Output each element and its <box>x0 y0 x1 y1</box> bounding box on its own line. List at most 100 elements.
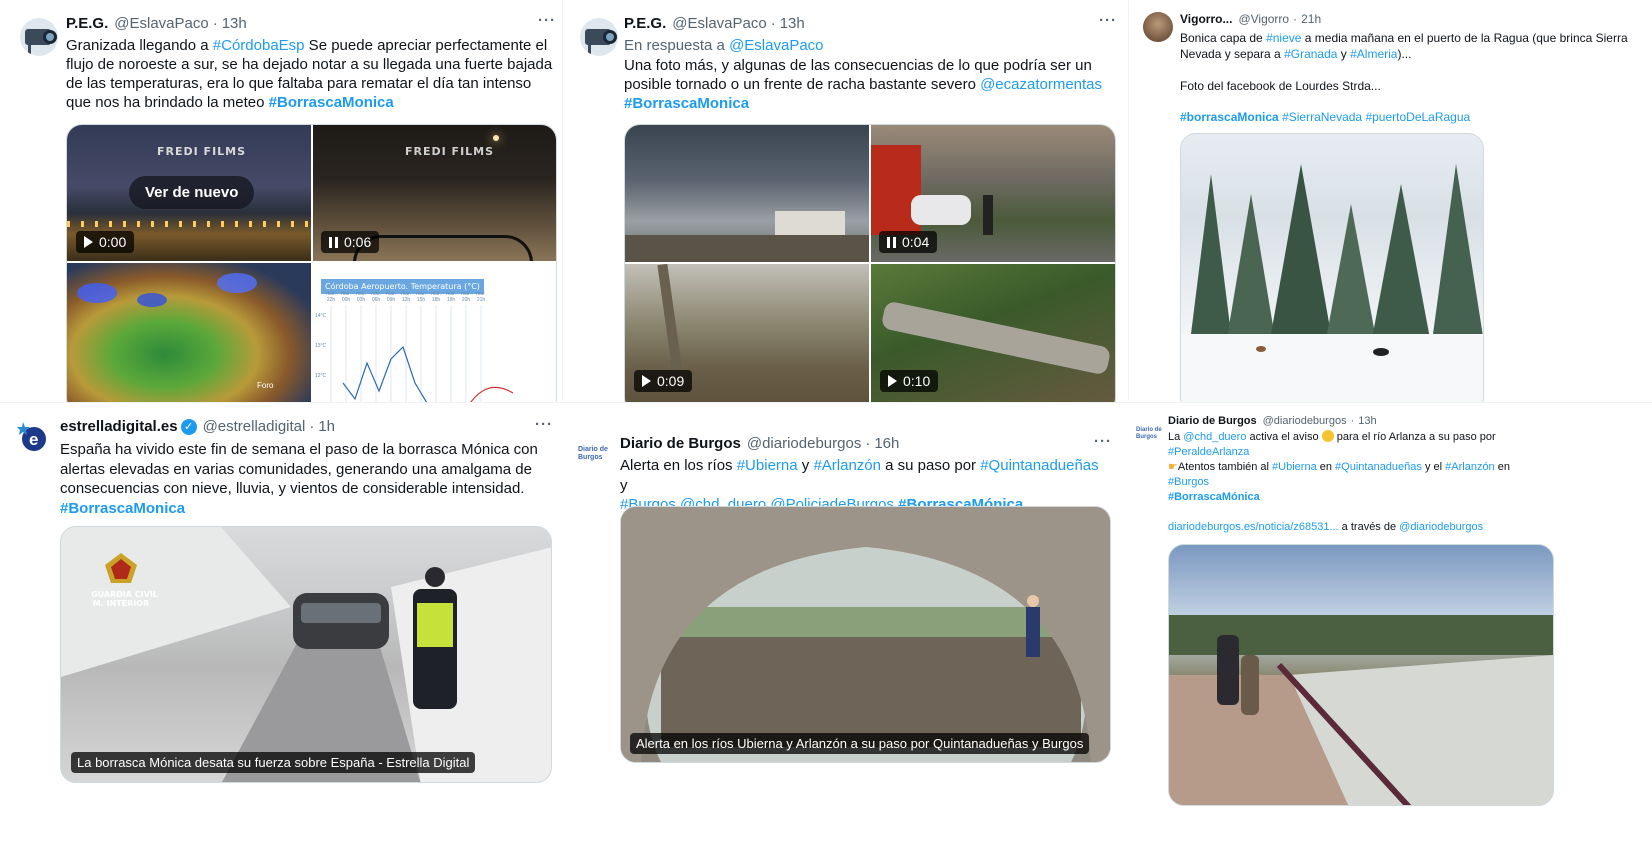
article-link[interactable]: diariodeburgos.es/noticia/z68531... <box>1168 521 1339 533</box>
video-thumbnail[interactable]: FREDI FILMS Ver de nuevo 0:00 <box>67 125 311 261</box>
hashtag-link[interactable]: #Burgos <box>1168 476 1209 488</box>
hashtag-link[interactable]: #Granada <box>1284 47 1337 61</box>
author-handle[interactable]: @estrelladigital <box>203 418 306 435</box>
tweet-header: estrelladigital.es ✓ @estrelladigital · … <box>60 418 336 435</box>
hashtag-link[interactable]: #BorrascaMonica <box>269 94 394 111</box>
author-name[interactable]: P.E.G. <box>66 15 108 32</box>
tweet-text: Una foto más, y algunas de las consecuen… <box>624 57 1103 112</box>
author-handle[interactable]: @EslavaPaco <box>114 15 208 32</box>
video-thumbnail[interactable]: 0:09 <box>625 264 869 402</box>
author-handle[interactable]: @diariodeburgos <box>1263 415 1347 427</box>
temperature-chart-image[interactable]: Córdoba Aeropuerto. Temperatura (°C) mar… <box>313 263 556 402</box>
hashtag-link[interactable]: #Arlanzón <box>813 457 881 474</box>
chart-y-label: 13°C <box>315 343 327 349</box>
video-thumbnail[interactable]: 0:10 <box>871 264 1115 402</box>
tweet-header: Diario de Burgos @diariodeburgos · 13h <box>1168 415 1377 427</box>
river-bridge-illustration <box>1169 615 1553 805</box>
snow-forest-photo[interactable] <box>1180 133 1484 402</box>
timestamp[interactable]: 13h <box>780 15 805 32</box>
hashtag-link[interactable]: #BorrascaMonica <box>624 95 749 112</box>
hashtag-link[interactable]: #PeraldeArlanza <box>1168 446 1249 458</box>
hashtag-link[interactable]: #Quintanadueñas <box>1335 461 1422 473</box>
video-play-badge[interactable]: 0:00 <box>76 231 135 253</box>
tweet-text: Granizada llegando a #CórdobaEsp Se pued… <box>66 37 553 111</box>
video-play-badge[interactable]: 0:09 <box>634 370 693 392</box>
guardia-civil-logo: GUARDIA CIVIL M. INTERIOR <box>91 551 158 608</box>
video-pause-badge[interactable]: 0:04 <box>879 231 938 253</box>
author-name[interactable]: Diario de Burgos <box>1168 415 1257 427</box>
video-play-badge[interactable]: 0:10 <box>880 370 939 392</box>
yellow-circle-icon <box>1321 430 1334 442</box>
more-options-icon[interactable]: ··· <box>535 416 553 433</box>
avatar[interactable] <box>20 18 58 56</box>
camera-avatar-icon <box>585 29 617 54</box>
chart-y-label: 14°C <box>315 313 327 319</box>
author-name[interactable]: Vigorro... <box>1180 12 1232 26</box>
author-name[interactable]: Diario de Burgos <box>620 435 741 452</box>
tweet-header: P.E.G. @EslavaPaco · 13h <box>624 15 805 32</box>
avatar[interactable] <box>580 18 618 56</box>
author-handle[interactable]: @diariodeburgos <box>747 435 861 452</box>
diario-burgos-logo-icon[interactable]: Diario de Burgos <box>578 432 608 468</box>
tweet-card[interactable]: Vigorro... @Vigorro · 21h Bonica capa de… <box>1129 0 1652 402</box>
tweet-card[interactable]: Diario de Burgos Diario de Burgos @diari… <box>1130 403 1652 846</box>
hashtag-link[interactable]: #Ubierna <box>737 457 798 474</box>
more-options-icon[interactable]: ··· <box>1094 433 1112 450</box>
more-options-icon[interactable]: ··· <box>538 12 556 29</box>
mention-link[interactable]: @diariodeburgos <box>1399 521 1483 533</box>
timestamp[interactable]: 13h <box>1358 415 1376 427</box>
reply-to-link[interactable]: @EslavaPaco <box>729 37 823 54</box>
hashtag-link[interactable]: #Quintanadueñas <box>980 457 1098 474</box>
hashtag-link[interactable]: #BorrascaMónica <box>1168 491 1260 503</box>
chart-tick-label: 09h <box>387 297 396 303</box>
timestamp[interactable]: 21h <box>1301 12 1321 26</box>
hashtag-link[interactable]: #borrascaMonica <box>1180 110 1279 124</box>
tweet-text-line: Foto del facebook de Lourdes Strda... <box>1180 79 1381 93</box>
tweet-header: Vigorro... @Vigorro · 21h <box>1180 12 1322 26</box>
author-handle[interactable]: @EslavaPaco <box>672 15 766 32</box>
diario-burgos-logo-icon[interactable]: Diario de Burgos <box>1136 415 1164 449</box>
mention-link[interactable]: @chd_duero <box>1183 431 1246 443</box>
tweet-card[interactable]: P.E.G. @EslavaPaco · 13h ··· En respuest… <box>563 0 1128 402</box>
link-card-image[interactable]: GUARDIA CIVIL M. INTERIOR La borrasca Mó… <box>60 526 552 783</box>
hashtag-link[interactable]: #Arlanzón <box>1445 461 1495 473</box>
video-thumbnail[interactable]: FREDI FILMS 0:06 <box>313 125 556 261</box>
author-name[interactable]: estrelladigital.es <box>60 418 178 435</box>
hashtag-link[interactable]: #BorrascaMonica <box>60 500 185 517</box>
hashtag-link[interactable]: #puertoDeLaRagua <box>1365 110 1470 124</box>
tweet-header: P.E.G. @EslavaPaco · 13h <box>66 15 247 32</box>
replay-button[interactable]: Ver de nuevo <box>129 176 255 209</box>
author-name[interactable]: P.E.G. <box>624 15 666 32</box>
chart-tick-label: 19h <box>447 297 456 303</box>
link-card-image[interactable]: Alerta en los ríos Ubierna y Arlanzón a … <box>620 506 1111 763</box>
hashtag-link[interactable]: #SierraNevada <box>1282 110 1362 124</box>
hashtag-link[interactable]: #Almeria <box>1350 47 1397 61</box>
timestamp[interactable]: 16h <box>874 435 899 452</box>
video-thumbnail[interactable]: 0:04 <box>871 125 1115 262</box>
tweet-card[interactable]: e estrelladigital.es ✓ @estrelladigital … <box>0 403 566 846</box>
hashtag-link[interactable]: #Ubierna <box>1272 461 1317 473</box>
estrella-logo-icon[interactable]: e <box>17 420 49 452</box>
chart-tick-label: 06h <box>372 297 381 303</box>
river-photo[interactable] <box>1168 544 1554 806</box>
radar-map-image[interactable]: Foro <box>67 263 311 402</box>
hashtag-link[interactable]: #nieve <box>1266 31 1301 45</box>
author-handle[interactable]: @Vigorro <box>1238 12 1289 26</box>
watermark: FREDI FILMS <box>157 145 247 158</box>
media-grid: FREDI FILMS Ver de nuevo 0:00 FREDI FILM… <box>66 124 557 402</box>
more-options-icon[interactable]: ··· <box>1099 12 1117 29</box>
storm-photo[interactable] <box>625 125 869 262</box>
avatar[interactable] <box>1143 12 1173 42</box>
tweet-text: España ha vivido este fin de semana el p… <box>60 441 538 517</box>
video-pause-badge[interactable]: 0:06 <box>321 231 380 253</box>
link-card-caption[interactable]: Alerta en los ríos Ubierna y Arlanzón a … <box>630 733 1090 754</box>
tweet-card[interactable]: P.E.G. @EslavaPaco · 13h ··· Granizada l… <box>0 0 562 402</box>
link-card-caption[interactable]: La borrasca Mónica desata su fuerza sobr… <box>71 752 476 773</box>
reply-context: En respuesta a @EslavaPaco <box>624 37 824 54</box>
mention-link[interactable]: @ecazatormentas <box>980 76 1102 93</box>
hashtag-link[interactable]: #CórdobaEsp <box>213 37 305 54</box>
timestamp[interactable]: 13h <box>222 15 247 32</box>
tweet-card[interactable]: Diario de Burgos Diario de Burgos @diari… <box>566 420 1126 846</box>
pointing-hand-icon: ☛ <box>1168 461 1178 473</box>
timestamp[interactable]: 1h <box>318 418 335 435</box>
